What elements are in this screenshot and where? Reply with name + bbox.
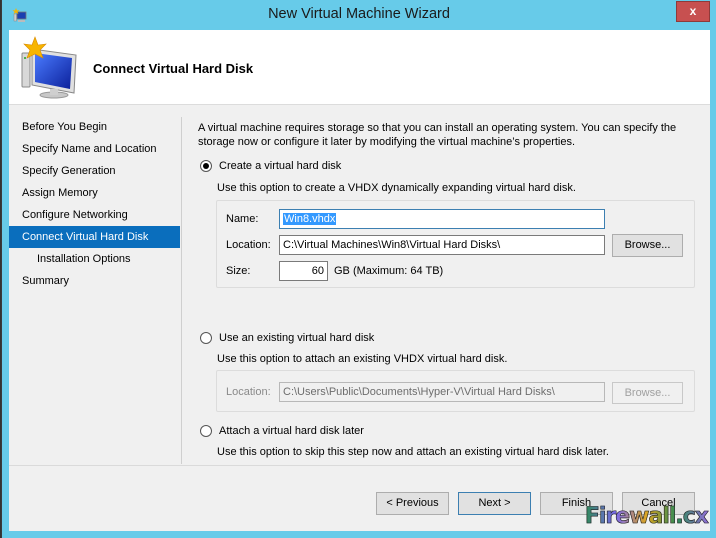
close-button[interactable]: x	[676, 1, 710, 22]
radio-button-unchecked[interactable]	[200, 332, 212, 344]
existing-location-input[interactable]: C:\Users\Public\Documents\Hyper-V\Virtua…	[279, 382, 605, 402]
wizard-steps-nav: Before You Begin Specify Name and Locati…	[9, 116, 180, 292]
radio-attach-later-label[interactable]: Attach a virtual hard disk later	[219, 425, 364, 437]
step-installation-options[interactable]: Installation Options	[9, 248, 180, 270]
step-summary[interactable]: Summary	[9, 270, 180, 292]
name-label: Name:	[226, 213, 259, 225]
page-title: Connect Virtual Hard Disk	[93, 61, 254, 76]
footer-divider	[9, 465, 710, 466]
radio-button-checked[interactable]	[200, 160, 212, 172]
radio-button-unchecked[interactable]	[200, 425, 212, 437]
create-vhd-description: Use this option to create a VHDX dynamic…	[217, 182, 576, 194]
location-input[interactable]: C:\Virtual Machines\Win8\Virtual Hard Di…	[279, 235, 605, 255]
previous-button[interactable]: < Previous	[376, 492, 449, 515]
step-before-you-begin[interactable]: Before You Begin	[9, 116, 180, 138]
step-assign-memory[interactable]: Assign Memory	[9, 182, 180, 204]
name-input[interactable]: Win8.vhdx	[279, 209, 605, 229]
sidebar-divider	[181, 117, 182, 464]
virtual-machine-icon	[21, 36, 77, 99]
radio-existing-vhd[interactable]: Use an existing virtual hard disk	[200, 332, 374, 344]
size-unit-label: GB (Maximum: 64 TB)	[334, 265, 444, 277]
existing-browse-button[interactable]: Browse...	[612, 382, 683, 404]
title-bar[interactable]: New Virtual Machine Wizard x	[2, 0, 716, 31]
location-label: Location:	[226, 239, 271, 251]
attach-later-description: Use this option to skip this step now an…	[217, 446, 609, 458]
size-label: Size:	[226, 265, 251, 277]
wizard-window: New Virtual Machine Wizard x Connect Vir…	[1, 0, 716, 538]
step-configure-networking[interactable]: Configure Networking	[9, 204, 180, 226]
next-button[interactable]: Next >	[458, 492, 531, 515]
window-title: New Virtual Machine Wizard	[268, 6, 450, 22]
step-specify-generation[interactable]: Specify Generation	[9, 160, 180, 182]
radio-attach-later[interactable]: Attach a virtual hard disk later	[200, 425, 364, 437]
browse-button[interactable]: Browse...	[612, 234, 683, 257]
existing-vhd-description: Use this option to attach an existing VH…	[217, 353, 508, 365]
wizard-header: Connect Virtual Hard Disk	[9, 30, 710, 105]
radio-create-vhd-label[interactable]: Create a virtual hard disk	[219, 160, 341, 172]
name-input-value: Win8.vhdx	[283, 213, 337, 225]
intro-text: A virtual machine requires storage so th…	[198, 122, 677, 148]
radio-existing-vhd-label[interactable]: Use an existing virtual hard disk	[219, 332, 374, 344]
size-input[interactable]: 60	[279, 261, 328, 281]
radio-create-vhd[interactable]: Create a virtual hard disk	[200, 160, 341, 172]
create-vhd-group: Name: Win8.vhdx Location: C:\Virtual Mac…	[216, 200, 695, 288]
wizard-client-area: Connect Virtual Hard Disk Before You Beg…	[9, 30, 710, 531]
firewall-cx-watermark: Firewall.cx	[584, 504, 710, 530]
existing-location-label: Location:	[226, 386, 271, 398]
step-specify-name-location[interactable]: Specify Name and Location	[9, 138, 180, 160]
step-connect-virtual-hard-disk[interactable]: Connect Virtual Hard Disk	[9, 226, 180, 248]
page-content: A virtual machine requires storage so th…	[198, 121, 703, 458]
existing-vhd-group: Location: C:\Users\Public\Documents\Hype…	[216, 370, 695, 412]
